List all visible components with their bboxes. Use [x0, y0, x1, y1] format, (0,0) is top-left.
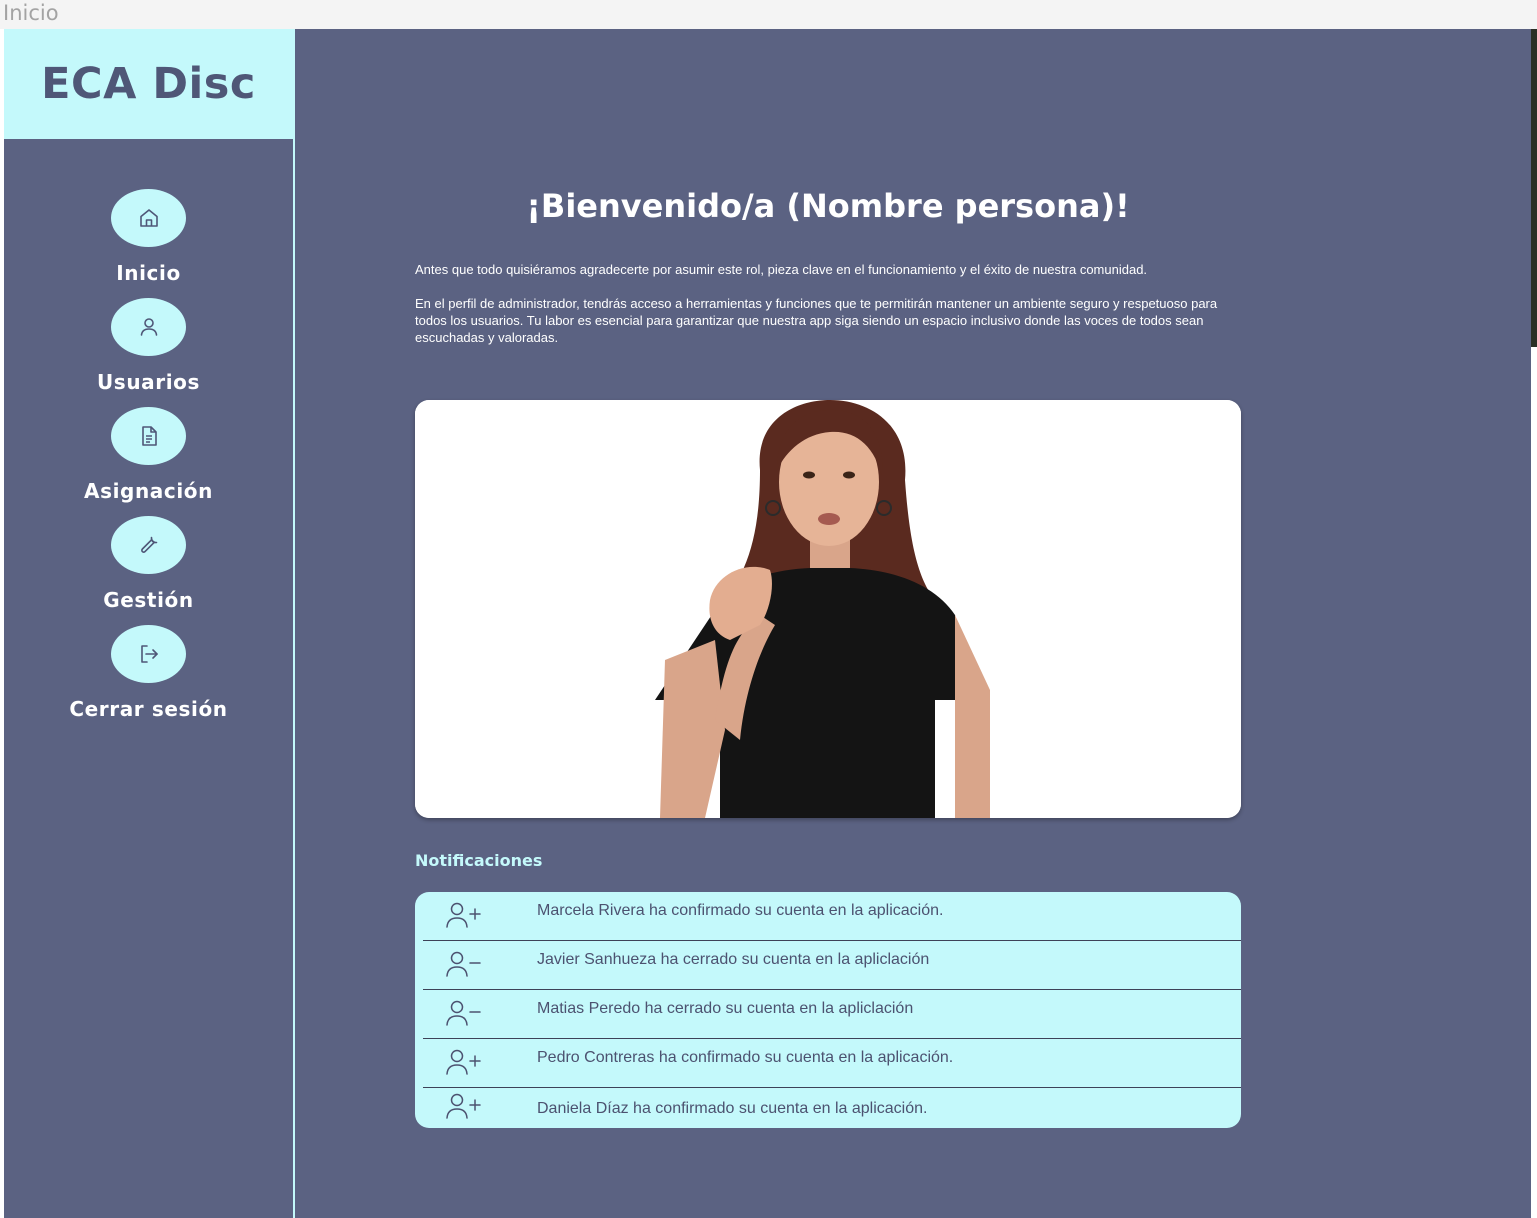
user-minus-icon	[446, 951, 481, 977]
sidebar-item-label: Cerrar sesión	[69, 697, 228, 721]
notifications-list: Marcela Rivera ha confirmado su cuenta e…	[415, 892, 1241, 1128]
notification-text: Javier Sanhueza ha cerrado su cuenta en …	[537, 951, 930, 968]
sidebar-item-inicio[interactable]: Inicio	[4, 189, 293, 298]
intro-paragraph: En el perfil de administrador, tendrás a…	[415, 296, 1218, 345]
main-content: ¡Bienvenido/a (Nombre persona)! Antes qu…	[295, 29, 1531, 1218]
logout-icon	[140, 645, 158, 663]
sidebar-item-asignacion[interactable]: Asignación	[4, 407, 293, 516]
intro-paragraph: Antes que todo quisiéramos agradecerte p…	[415, 262, 1148, 277]
user-plus-icon	[446, 902, 481, 928]
welcome-photo	[415, 400, 1241, 818]
sidebar-item-gestion[interactable]: Gestión	[4, 516, 293, 625]
sidebar-item-label: Asignación	[84, 479, 213, 503]
home-icon	[139, 209, 158, 227]
user-plus-icon	[446, 1093, 481, 1119]
sidebar-item-label: Gestión	[103, 588, 194, 612]
welcome-heading: ¡Bienvenido/a (Nombre persona)!	[526, 187, 1130, 225]
window-edge	[1531, 29, 1537, 347]
sidebar-item-usuarios[interactable]: Usuarios	[4, 298, 293, 407]
app-container: ECA Disc Inicio Usuarios Asignación Gest…	[4, 29, 1531, 1218]
app-logo: ECA Disc	[41, 59, 256, 109]
nav-circle[interactable]	[111, 516, 186, 574]
notification-row[interactable]: Daniela Díaz ha confirmado su cuenta en …	[415, 1088, 1241, 1128]
intro-text: Antes que todo quisiéramos agradecerte p…	[415, 261, 1241, 363]
user-plus-icon	[446, 1049, 481, 1075]
logo-box: ECA Disc	[4, 29, 293, 139]
notification-row[interactable]: Marcela Rivera ha confirmado su cuenta e…	[415, 892, 1241, 941]
window-title: Inicio	[3, 1, 59, 25]
nav-circle[interactable]	[111, 625, 186, 683]
sidebar-item-label: Inicio	[116, 261, 181, 285]
notification-row[interactable]: Pedro Contreras ha confirmado su cuenta …	[415, 1039, 1241, 1088]
notifications-title: Notificaciones	[415, 851, 543, 870]
notification-text: Pedro Contreras ha confirmado su cuenta …	[537, 1049, 954, 1066]
sidebar-item-label: Usuarios	[96, 370, 201, 394]
nav-circle[interactable]	[111, 407, 186, 465]
sidebar: ECA Disc Inicio Usuarios Asignación Gest…	[4, 29, 295, 1218]
user-icon	[140, 318, 157, 336]
person-signing-illustration	[415, 400, 1241, 818]
document-icon	[141, 426, 157, 446]
user-minus-icon	[446, 1000, 481, 1026]
sidebar-item-cerrar-sesion[interactable]: Cerrar sesión	[4, 625, 293, 734]
wrench-icon	[140, 536, 157, 553]
notification-text: Daniela Díaz ha confirmado su cuenta en …	[537, 1100, 928, 1117]
notification-row[interactable]: Javier Sanhueza ha cerrado su cuenta en …	[415, 941, 1241, 990]
nav-circle[interactable]	[111, 189, 186, 247]
notification-text: Matias Peredo ha cerrado su cuenta en la…	[537, 1000, 914, 1017]
notification-row[interactable]: Matias Peredo ha cerrado su cuenta en la…	[415, 990, 1241, 1039]
notification-text: Marcela Rivera ha confirmado su cuenta e…	[537, 902, 944, 919]
nav-circle[interactable]	[111, 298, 186, 356]
window-titlebar: Inicio	[0, 0, 1537, 29]
